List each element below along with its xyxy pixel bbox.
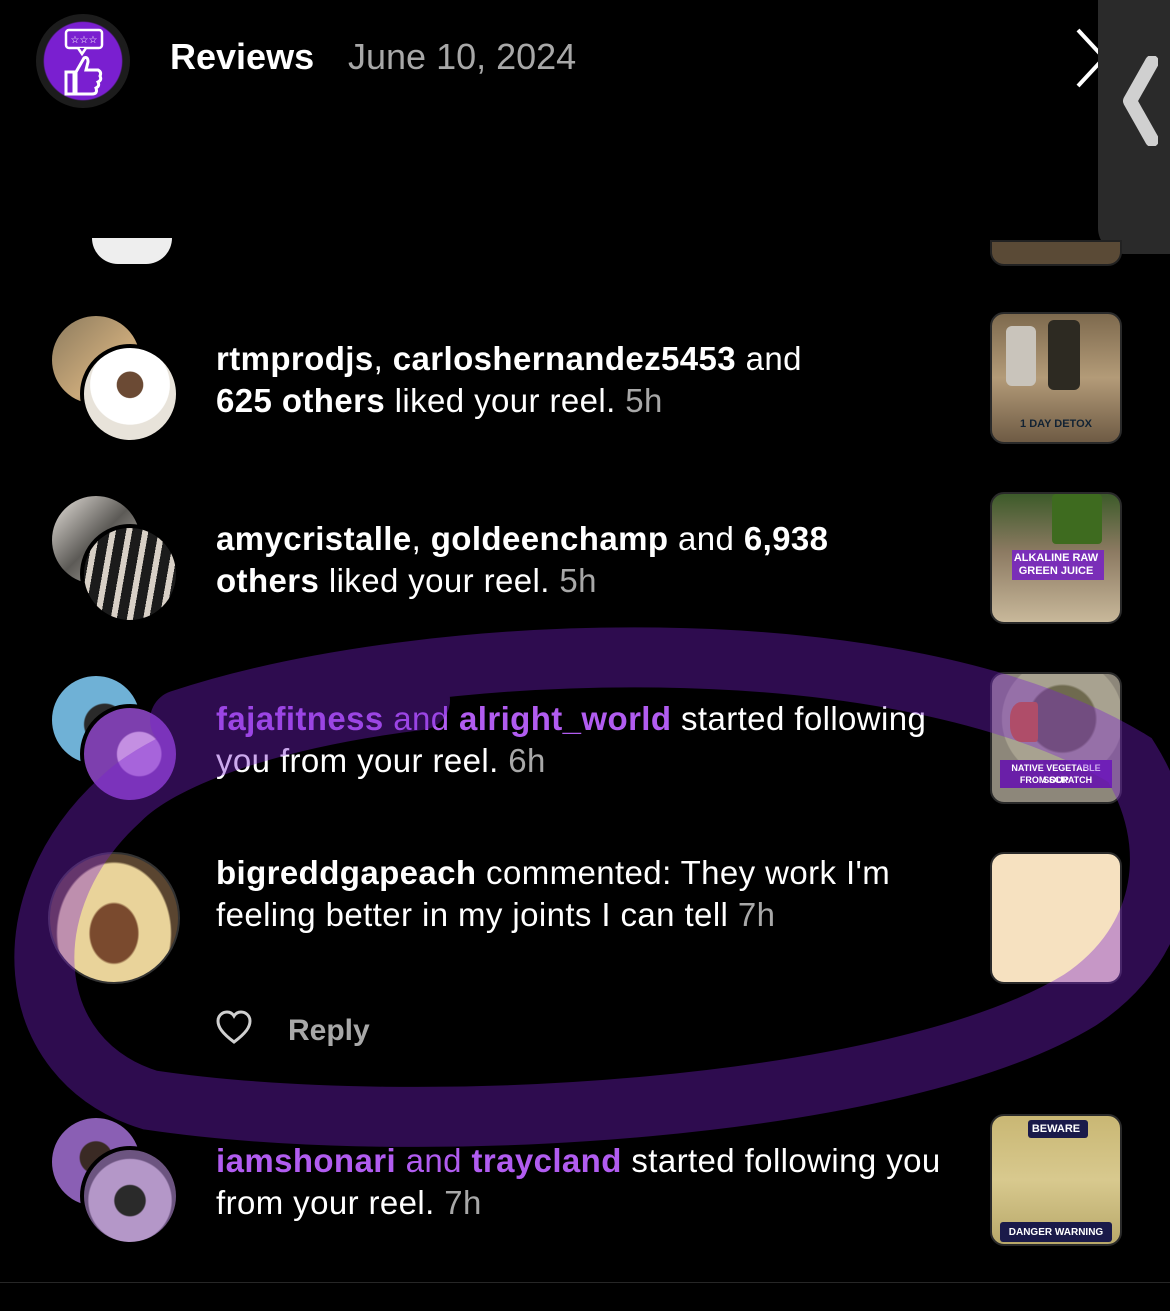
text-fragment: liked your reel. xyxy=(385,382,626,419)
avatar xyxy=(80,344,180,444)
heart-icon[interactable] xyxy=(216,1010,252,1046)
thumbnail-caption: ALKALINE RAW xyxy=(1013,552,1099,564)
username[interactable]: rtmprodjs xyxy=(216,340,374,377)
avatar xyxy=(92,238,172,264)
avatar-stack xyxy=(48,492,184,628)
divider xyxy=(0,1282,1170,1283)
thumbnail-caption: FROM SCRATCH xyxy=(1019,775,1093,785)
list-item[interactable]: bigreddgapeach commented: They work I'm … xyxy=(0,852,1170,1052)
username[interactable]: iamshonari xyxy=(216,1142,396,1179)
list-item[interactable]: amycristalle, goldeenchamp and 6,938 othe… xyxy=(0,492,1170,632)
avatar-stack xyxy=(48,852,184,988)
notification-text: iamshonari and traycland started followi… xyxy=(216,1140,956,1224)
page-date: June 10, 2024 xyxy=(348,36,577,77)
notification-text: rtmprodjs, carloshernandez5453 and 625 o… xyxy=(216,338,956,422)
username[interactable]: amycristalle xyxy=(216,520,412,557)
avatar-stack xyxy=(48,1114,184,1250)
notification-text: bigreddgapeach commented: They work I'm … xyxy=(216,852,956,936)
text-fragment: , xyxy=(373,340,393,377)
reel-thumbnail[interactable] xyxy=(990,852,1122,984)
username[interactable]: alright_world xyxy=(459,700,671,737)
username[interactable]: bigreddgapeach xyxy=(216,854,476,891)
username[interactable]: fajafitness xyxy=(216,700,384,737)
avatar xyxy=(80,1146,180,1246)
timestamp: 7h xyxy=(737,896,776,933)
reel-thumbnail[interactable]: ALKALINE RAW GREEN JUICE xyxy=(990,492,1122,624)
avatar xyxy=(48,852,180,984)
others-count[interactable]: 6,938 xyxy=(744,520,829,557)
timestamp: 5h xyxy=(625,382,663,419)
text-fragment: , xyxy=(411,520,431,557)
username[interactable]: traycland xyxy=(471,1142,621,1179)
username[interactable]: goldeenchamp xyxy=(431,520,669,557)
notification-text: fajafitness and alright_world started fo… xyxy=(216,698,956,782)
reel-thumbnail[interactable]: BEWARE DANGER WARNING xyxy=(990,1114,1122,1246)
page-title: Reviews xyxy=(170,36,315,77)
avatar xyxy=(80,524,180,624)
avatar-stack xyxy=(48,672,184,808)
text-fragment: and xyxy=(396,1142,472,1179)
header: ☆☆☆ Reviews June 10, 2024 xyxy=(0,0,1170,120)
thumbnail-caption: BEWARE xyxy=(1031,1123,1081,1135)
avatar-stack xyxy=(48,312,184,448)
timestamp: 7h xyxy=(444,1184,482,1221)
svg-text:☆☆☆: ☆☆☆ xyxy=(71,35,98,46)
thumbnail-caption: 1 DAY DETOX xyxy=(1020,418,1092,430)
list-item[interactable]: iamshonari and traycland started followi… xyxy=(0,1114,1170,1254)
reply-button[interactable]: Reply xyxy=(288,1014,370,1048)
text-fragment: liked your reel. xyxy=(319,562,560,599)
reel-thumbnail[interactable] xyxy=(990,240,1122,266)
others-label[interactable]: others xyxy=(216,562,319,599)
notification-text: amycristalle, goldeenchamp and 6,938 othe… xyxy=(216,518,956,602)
timestamp: 5h xyxy=(559,562,597,599)
text-fragment: and xyxy=(383,700,460,737)
text-fragment: and xyxy=(736,340,802,377)
username[interactable]: carloshernandez5453 xyxy=(393,340,736,377)
side-panel-tab[interactable] xyxy=(1098,0,1170,254)
thumbnail-caption: DANGER WARNING xyxy=(1008,1227,1104,1238)
reviews-logo-icon[interactable]: ☆☆☆ xyxy=(36,14,130,108)
reel-thumbnail[interactable]: 1 DAY DETOX xyxy=(990,312,1122,444)
timestamp: 6h xyxy=(508,742,546,779)
others-count[interactable]: 625 others xyxy=(216,382,385,419)
text-fragment: and xyxy=(668,520,744,557)
collapse-chevron-icon xyxy=(1123,56,1158,146)
avatar xyxy=(80,704,180,804)
list-item[interactable]: fajafitness and alright_world started fo… xyxy=(0,672,1170,812)
list-item[interactable]: rtmprodjs, carloshernandez5453 and 625 o… xyxy=(0,312,1170,452)
reel-thumbnail[interactable]: NATIVE VEGETABLE SOUP FROM SCRATCH xyxy=(990,672,1122,804)
thumbnail-caption: GREEN JUICE xyxy=(1018,565,1094,577)
